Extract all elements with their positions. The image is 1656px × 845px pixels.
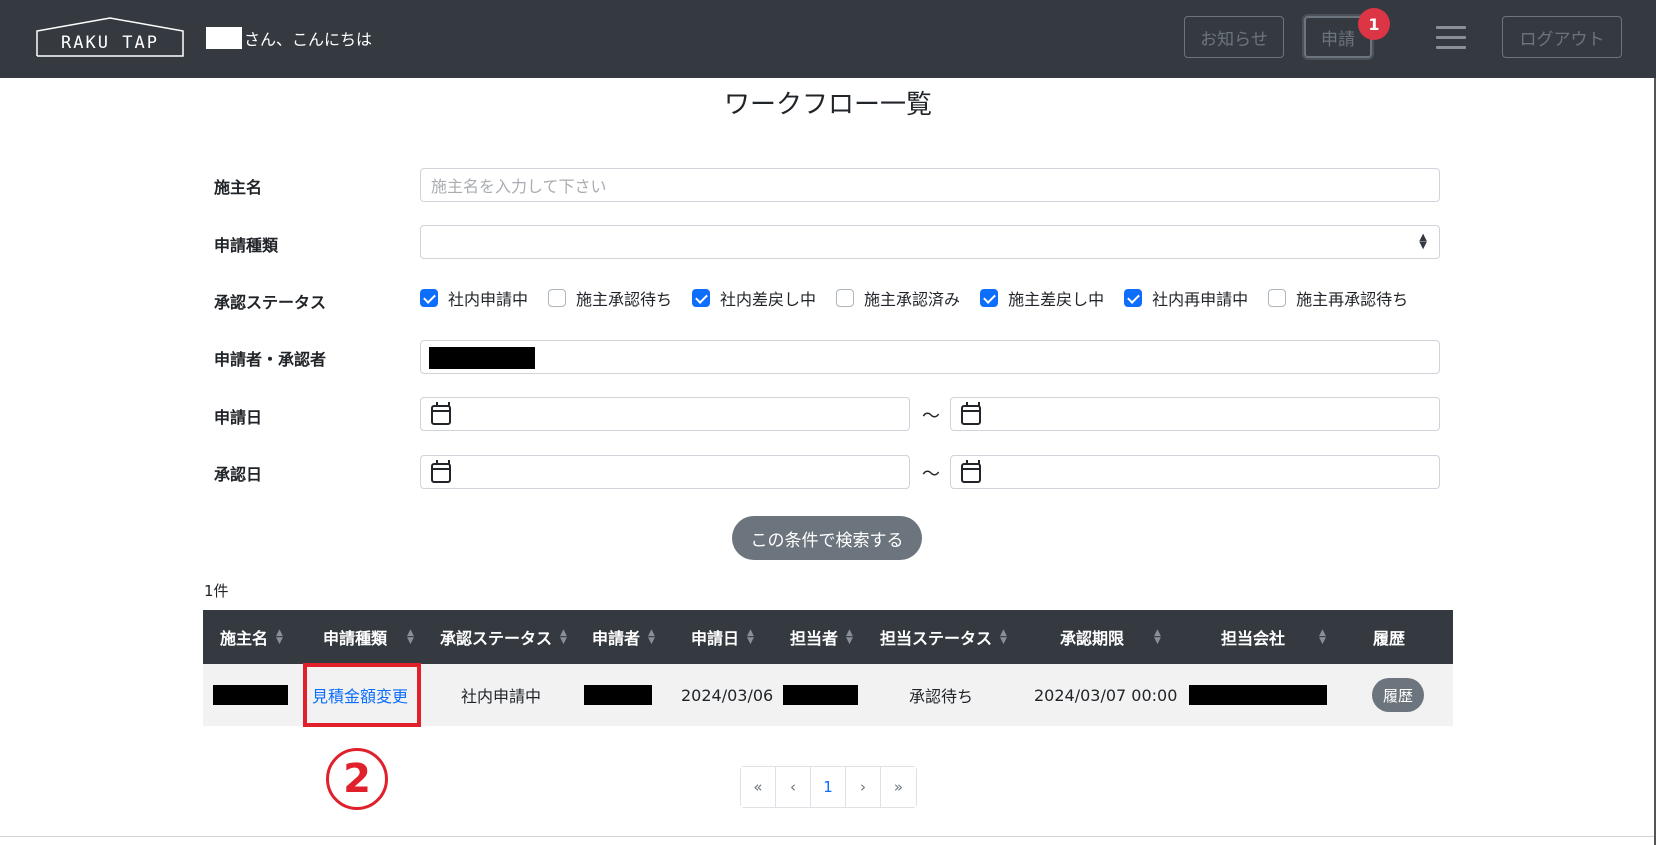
greeting: さん、こんにちは [206, 26, 372, 50]
redacted-value [1189, 685, 1327, 705]
approval-status-cell: 社内申請中 [461, 687, 542, 706]
range-separator: ～ [922, 464, 940, 485]
column-header-owner[interactable]: 施主名 ▲ ▼ [220, 610, 286, 664]
apply-count-badge: 1 [1358, 8, 1390, 40]
sort-icon[interactable]: ▲ ▼ [407, 629, 417, 646]
pagination-next[interactable]: › [846, 767, 881, 807]
pagination: « ‹ 1 › » [740, 766, 917, 808]
application-date-to-input[interactable] [950, 397, 1440, 431]
column-header-company[interactable]: 担当会社 ▲ ▼ [1221, 610, 1329, 664]
sort-icon[interactable]: ▲ ▼ [560, 629, 570, 646]
checkbox-unchecked-icon[interactable] [548, 289, 567, 307]
page-title: ワークフロー一覧 [723, 90, 932, 120]
notice-button[interactable]: お知らせ [1184, 16, 1284, 58]
logo-text: RAKU TAP [61, 33, 159, 53]
sort-icon[interactable]: ▲ ▼ [747, 629, 757, 646]
application-type-select[interactable]: ▲ ▼ [420, 225, 1440, 259]
staff-status-cell: 承認待ち [909, 687, 974, 706]
applicant-approver-label: 申請者・承認者 [214, 350, 327, 369]
application-date-from-input[interactable] [420, 397, 910, 431]
status-checkbox[interactable]: 施主承認済み [836, 286, 960, 310]
result-count: 1件 [204, 582, 229, 600]
approval-date-from-input[interactable] [420, 455, 910, 489]
approval-status-checkboxes: 社内申請中 施主承認待ち 社内差戻し中 施主承認済み 施主差戻し中 社内再申請中… [420, 286, 1428, 310]
approval-status-label: 承認ステータス [214, 293, 327, 312]
step-annotation-circle: 2 [326, 748, 388, 810]
column-header-type[interactable]: 申請種類 ▲ ▼ [323, 610, 417, 664]
redacted-value [213, 685, 288, 705]
sort-icon[interactable]: ▲ ▼ [846, 629, 856, 646]
owner-name-label: 施主名 [214, 178, 263, 197]
sort-icon[interactable]: ▲ ▼ [648, 629, 658, 646]
calendar-icon[interactable] [431, 460, 451, 483]
column-header-staff-status[interactable]: 担当ステータス ▲ ▼ [880, 610, 1010, 664]
status-checkbox[interactable]: 社内申請中 [420, 286, 528, 310]
checkbox-checked-icon[interactable] [980, 289, 999, 307]
checkbox-unchecked-icon[interactable] [836, 289, 855, 307]
checkbox-checked-icon[interactable] [420, 289, 438, 307]
checkbox-unchecked-icon[interactable] [1268, 289, 1287, 307]
calendar-icon[interactable] [961, 460, 981, 483]
application-type-label: 申請種類 [214, 236, 279, 255]
pagination-page-1[interactable]: 1 [811, 767, 846, 807]
top-navbar: RAKU TAP さん、こんにちは お知らせ 申請 1 ログアウト [0, 0, 1656, 78]
bottom-divider [0, 836, 1656, 837]
column-header-history: 履歴 [1373, 629, 1406, 648]
status-checkbox[interactable]: 施主再承認待ち [1268, 286, 1408, 310]
status-checkbox[interactable]: 社内再申請中 [1124, 286, 1248, 310]
column-header-deadline[interactable]: 承認期限 ▲ ▼ [1060, 610, 1164, 664]
raku-tap-logo[interactable]: RAKU TAP [36, 17, 184, 57]
sort-icon[interactable]: ▲ ▼ [1319, 629, 1329, 646]
range-separator: ～ [922, 406, 940, 427]
redacted-value [429, 347, 535, 369]
application-date-label: 申請日 [214, 408, 263, 427]
applicant-approver-input[interactable] [420, 340, 1440, 374]
calendar-icon[interactable] [961, 402, 981, 425]
column-header-applicant[interactable]: 申請者 ▲ ▼ [592, 610, 658, 664]
column-header-apply-date[interactable]: 申請日 ▲ ▼ [691, 610, 757, 664]
staff-cell [783, 664, 858, 726]
company-cell [1189, 664, 1327, 726]
redacted-value [584, 685, 652, 705]
hamburger-menu-icon[interactable] [1436, 26, 1466, 50]
column-header-staff[interactable]: 担当者 ▲ ▼ [790, 610, 856, 664]
owner-cell [213, 664, 288, 726]
sort-icon[interactable]: ▲ ▼ [1154, 629, 1164, 646]
table-header: 施主名 ▲ ▼ 申請種類 ▲ ▼ 承認ステータス ▲ ▼ 申請者 ▲ ▼ 申請日 ▲ ▼ 担当者 ▲ ▼… [203, 610, 1453, 664]
checkbox-checked-icon[interactable] [1124, 289, 1143, 307]
redacted-user-name [206, 27, 242, 49]
select-caret-icon: ▲ ▼ [1419, 232, 1427, 251]
sort-icon[interactable]: ▲ ▼ [276, 629, 286, 646]
approval-date-label: 承認日 [214, 465, 263, 484]
highlight-box [303, 663, 421, 727]
apply-date-cell: 2024/03/06 [681, 685, 774, 705]
search-button[interactable]: この条件で検索する [732, 516, 922, 560]
column-header-status[interactable]: 承認ステータス ▲ ▼ [440, 610, 570, 664]
applicant-cell [584, 664, 652, 726]
pagination-last[interactable]: » [881, 767, 916, 807]
pagination-prev[interactable]: ‹ [776, 767, 811, 807]
logout-button[interactable]: ログアウト [1502, 16, 1622, 58]
history-button[interactable]: 履歴 [1372, 678, 1424, 712]
status-checkbox[interactable]: 施主差戻し中 [980, 286, 1104, 310]
sort-icon[interactable]: ▲ ▼ [1000, 629, 1010, 646]
approval-date-to-input[interactable] [950, 455, 1440, 489]
greeting-text: さん、こんにちは [244, 30, 373, 49]
checkbox-checked-icon[interactable] [692, 289, 711, 307]
status-checkbox[interactable]: 社内差戻し中 [692, 286, 816, 310]
deadline-cell: 2024/03/07 00:00 [1034, 685, 1178, 705]
owner-name-input[interactable]: 施主名を入力して下さい [420, 168, 1440, 202]
status-checkbox[interactable]: 施主承認待ち [548, 286, 672, 310]
calendar-icon[interactable] [431, 402, 451, 425]
redacted-value [783, 685, 858, 705]
pagination-first[interactable]: « [741, 767, 776, 807]
